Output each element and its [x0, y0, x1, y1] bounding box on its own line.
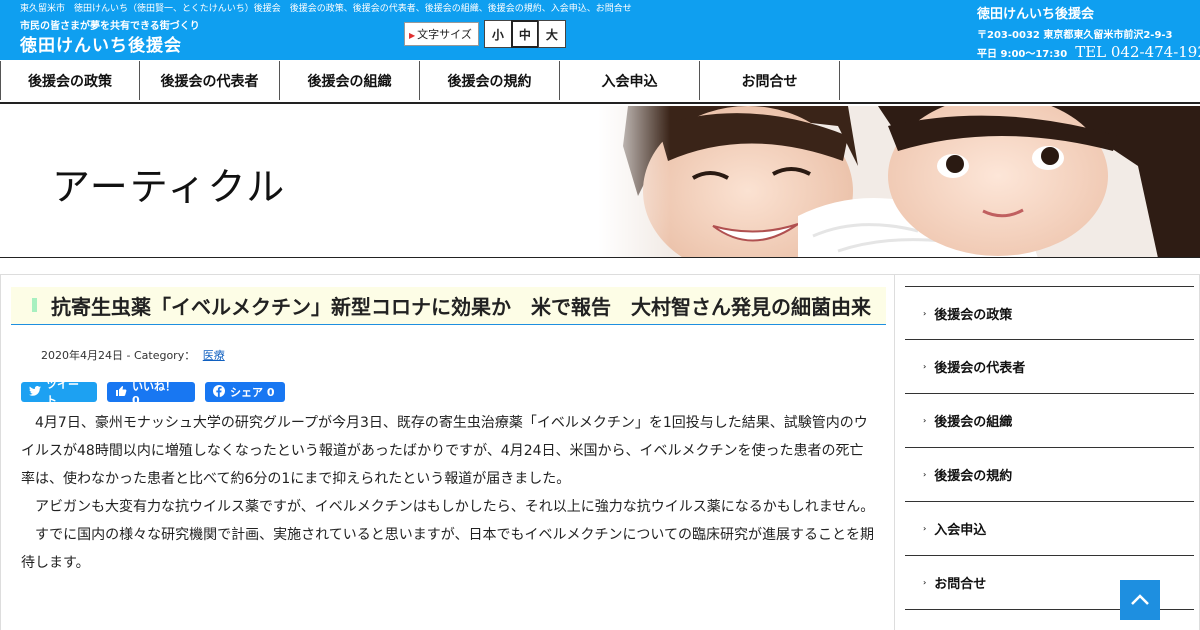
article-paragraph: アビガンも大変有力な抗ウイルス薬ですが、イベルメクチンはもしかしたら、それ以上に… — [35, 499, 875, 515]
header-slogan: 市民の皆さまが夢を共有できる街づくり — [20, 21, 200, 32]
org-hours: 平日 9:00～17:30 — [977, 49, 1068, 60]
org-address: 〒203-0032 東京都東久留米市前沢2-9-3 — [977, 30, 1173, 41]
facebook-share-button[interactable]: シェア 0 — [205, 382, 285, 402]
org-hours-line: 平日 9:00～17:30 TEL 042-474-1922 — [977, 43, 1200, 61]
nav-item-policy[interactable]: 後援会の政策 — [0, 61, 140, 100]
category-separator: - — [126, 349, 134, 362]
twitter-bird-icon — [29, 385, 41, 399]
facebook-like-button[interactable]: いいね！ 0 — [107, 380, 195, 407]
page-title: アーティクル — [52, 165, 287, 209]
title-marker — [32, 298, 37, 312]
org-contact: 徳田けんいち後援会 〒203-0032 東京都東久留米市前沢2-9-3 平日 9… — [977, 3, 1200, 61]
nav-item-contact[interactable]: お問合せ — [700, 61, 840, 100]
sidebar-item-policy[interactable]: › 後援会の政策 — [905, 286, 1194, 340]
sidebar-item-label: 入会申込 — [934, 523, 987, 538]
sidebar-item-label: 後援会の政策 — [934, 307, 1013, 323]
site-header: 東久留米市 徳田けんいち（徳田賢一、とくたけんいち）後援会 後援会の政策、後援会… — [0, 0, 1200, 61]
org-tel[interactable]: TEL 042-474-1922 — [1075, 43, 1200, 61]
sidebar-item-organization[interactable]: › 後援会の組織 — [905, 394, 1194, 448]
org-name: 徳田けんいち後援会 — [977, 7, 1095, 22]
font-size-label: ▶ 文字サイズ — [404, 22, 479, 46]
chevron-right-icon: › — [923, 362, 927, 371]
global-nav: 後援会の政策 後援会の代表者 後援会の組織 後援会の規約 入会申込 お問合せ — [0, 60, 1200, 104]
chevron-right-icon: › — [923, 470, 927, 479]
hero-banner: アーティクル — [0, 106, 1200, 258]
nav-item-representative[interactable]: 後援会の代表者 — [140, 61, 280, 100]
font-size-medium-button[interactable]: 中 — [510, 20, 539, 48]
article-container: 抗寄生虫薬「イベルメクチン」新型コロナに効果か 米で報告 大村智さん発見の細菌由… — [0, 274, 895, 630]
chevron-right-icon: › — [923, 578, 927, 587]
font-size-switcher: ▶ 文字サイズ 小 中 大 — [404, 20, 566, 48]
sidebar: › 後援会の政策 › 後援会の代表者 › 後援会の組織 › 後援会の規約 › 入会申込 ›… — [895, 274, 1200, 630]
article-title-text: 抗寄生虫薬「イベルメクチン」新型コロナに効果か 米で報告 大村智さん発見の細菌由… — [51, 295, 871, 319]
nav-item-rules[interactable]: 後援会の規約 — [420, 61, 560, 100]
sidebar-item-label: 後援会の組織 — [934, 415, 1013, 430]
tweet-button[interactable]: ツイート — [21, 378, 97, 407]
sidebar-item-representative[interactable]: › 後援会の代表者 — [905, 340, 1194, 394]
tweet-label: ツイート — [46, 378, 79, 407]
font-size-label-text: 文字サイズ — [417, 28, 472, 41]
back-to-top-button[interactable] — [1120, 580, 1160, 620]
font-size-large-button[interactable]: 大 — [537, 20, 566, 48]
chevron-right-icon: › — [923, 308, 927, 318]
article-paragraph: 4月7日、豪州モナッシュ大学の研究グループが今月3日、既存の寄生虫治療薬「イベル… — [21, 415, 868, 487]
sidebar-item-join[interactable]: › 入会申込 — [905, 502, 1194, 556]
category-link[interactable]: 医療 — [203, 349, 225, 362]
article-paragraph: すでに国内の様々な研究機関で計画、実施されていると思いますが、日本でもイベルメク… — [21, 527, 875, 571]
social-buttons: ツイート いいね！ 0 シェア 0 — [21, 378, 295, 407]
sidebar-item-rules[interactable]: › 後援会の規約 — [905, 448, 1194, 502]
chevron-up-icon — [1131, 594, 1149, 605]
facebook-icon — [213, 384, 225, 400]
category-label: Category： — [133, 349, 196, 362]
site-logo-title[interactable]: 徳田けんいち後援会 — [20, 31, 182, 56]
hero-photo-mother-child — [598, 106, 1200, 257]
share-label: シェア 0 — [230, 386, 275, 399]
sidebar-item-label: 後援会の規約 — [934, 469, 1013, 484]
font-size-small-button[interactable]: 小 — [483, 20, 512, 48]
nav-item-join[interactable]: 入会申込 — [560, 61, 700, 100]
chevron-right-icon: › — [923, 416, 927, 425]
article-body: 4月7日、豪州モナッシュ大学の研究グループが今月3日、既存の寄生虫治療薬「イベル… — [21, 409, 876, 577]
article-date: 2020年4月24日 — [41, 349, 123, 362]
triangle-right-icon: ▶ — [409, 31, 416, 40]
article-title: 抗寄生虫薬「イベルメクチン」新型コロナに効果か 米で報告 大村智さん発見の細菌由… — [11, 287, 886, 325]
sidebar-item-label: お問合せ — [934, 577, 987, 592]
sidebar-item-label: 後援会の代表者 — [934, 361, 1026, 376]
nav-item-organization[interactable]: 後援会の組織 — [280, 61, 420, 100]
article-meta: 2020年4月24日 - Category： 医療 — [41, 347, 225, 363]
like-label: いいね！ 0 — [132, 379, 176, 407]
header-tagline: 東久留米市 徳田けんいち（徳田賢一、とくたけんいち）後援会 後援会の政策、後援会… — [20, 4, 632, 14]
chevron-right-icon: › — [923, 524, 927, 533]
thumbs-up-icon — [115, 385, 127, 400]
sidebar-menu: › 後援会の政策 › 後援会の代表者 › 後援会の組織 › 後援会の規約 › 入会申込 ›… — [905, 286, 1194, 610]
